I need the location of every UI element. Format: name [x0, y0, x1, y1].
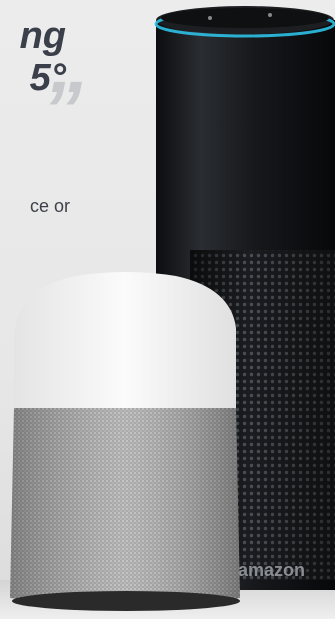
- amazon-logo: amazon: [238, 560, 305, 580]
- headline-line-1: ng: [19, 15, 66, 57]
- body-text: ce or: [29, 196, 70, 216]
- closing-quote-mark: ”: [42, 65, 82, 154]
- google-home-speaker: [10, 272, 240, 611]
